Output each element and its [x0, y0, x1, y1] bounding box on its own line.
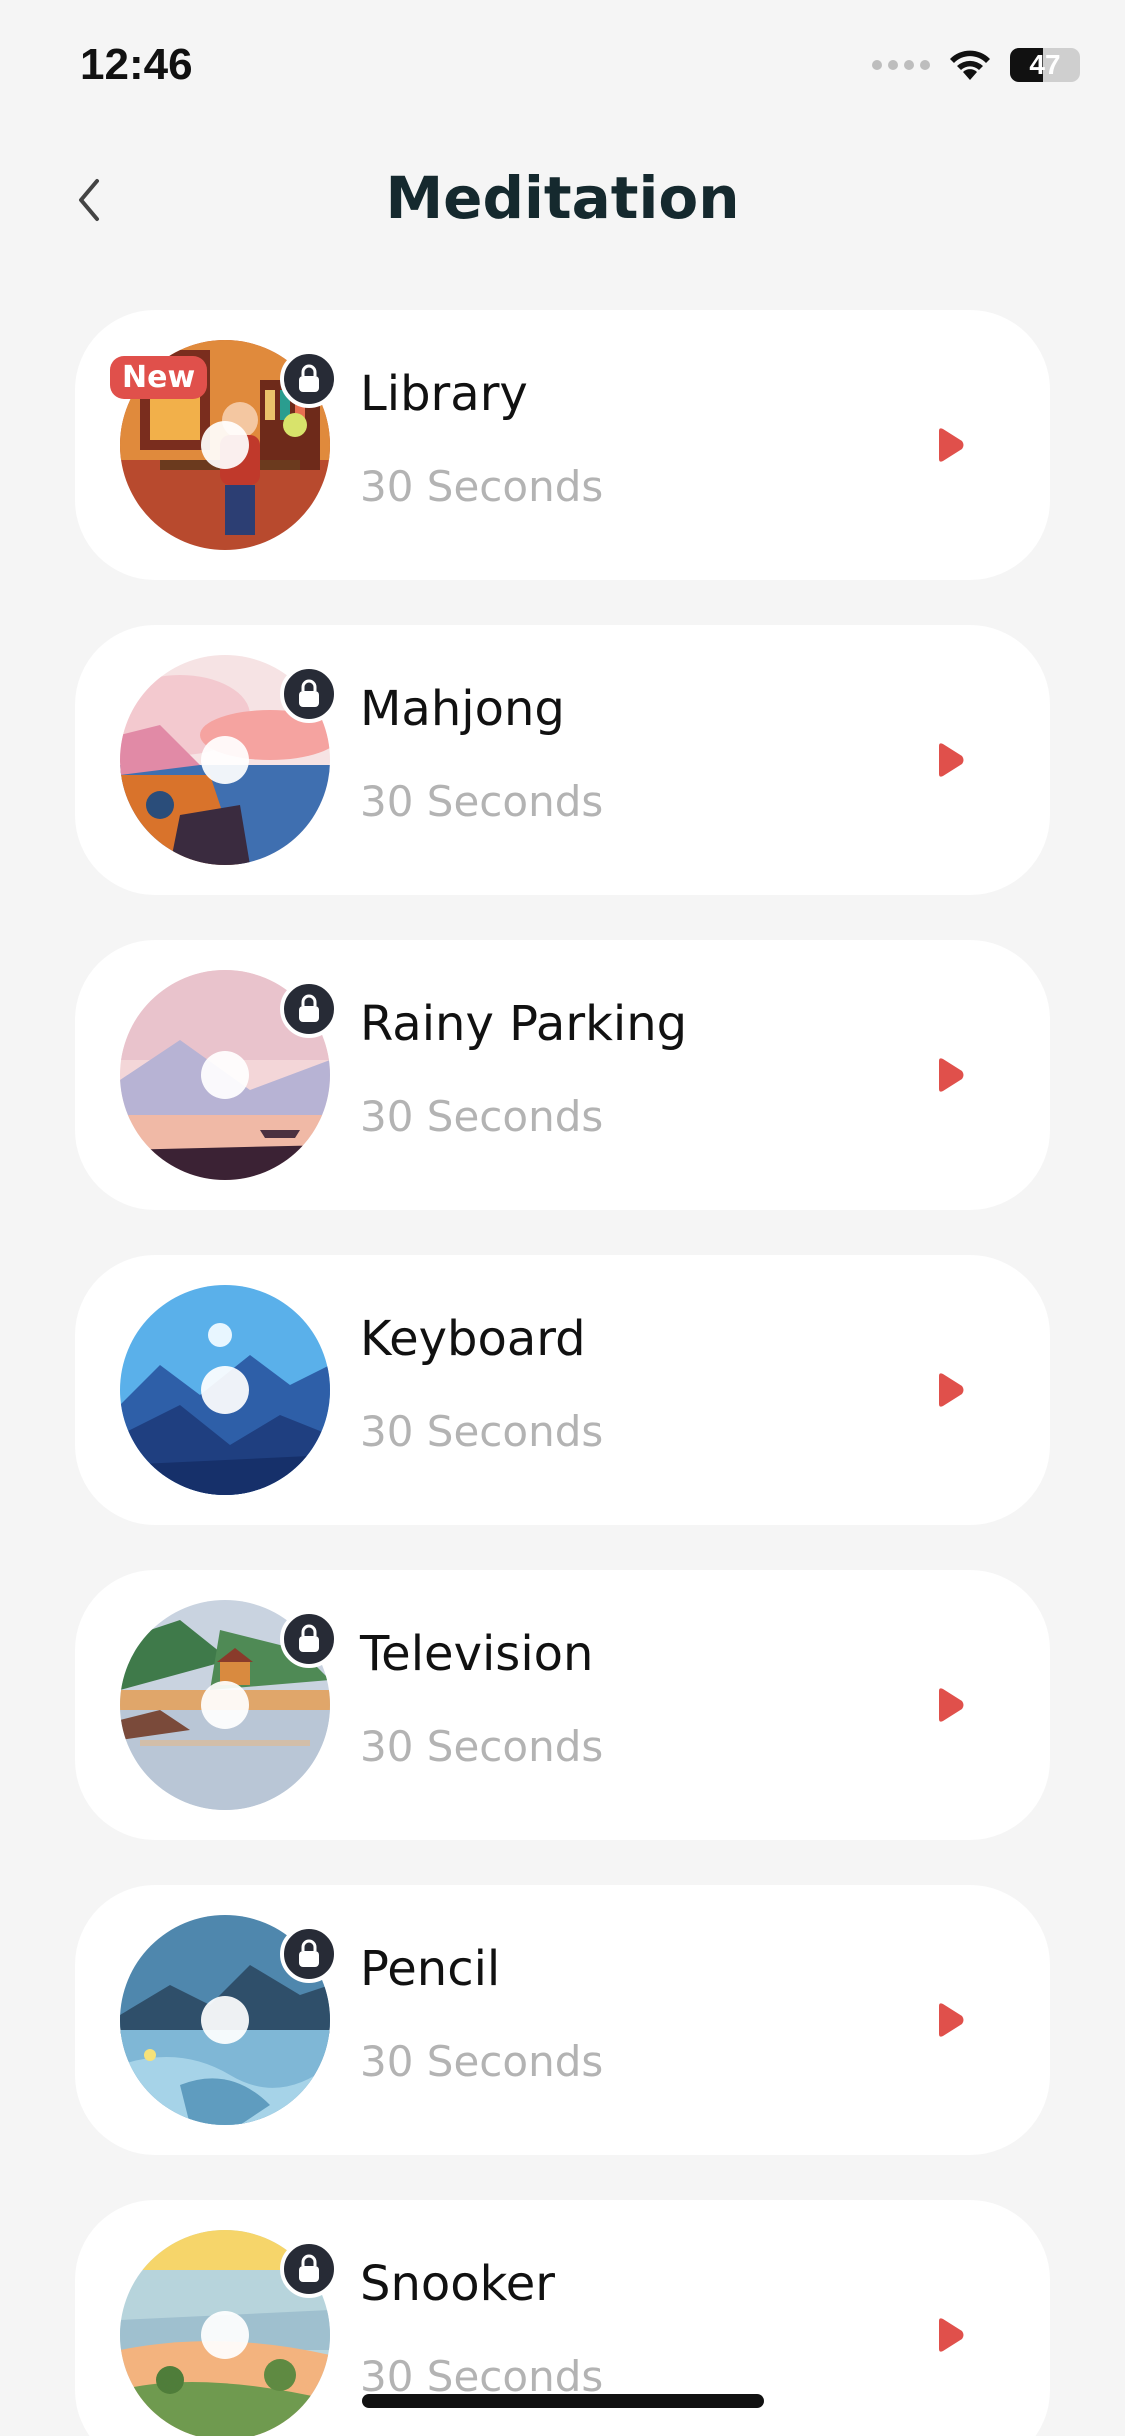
card-title: Television	[360, 1626, 594, 1682]
thumbnail: New	[110, 340, 338, 550]
card-duration: 30 Seconds	[360, 777, 604, 826]
card-title: Rainy Parking	[360, 996, 688, 1052]
play-icon	[939, 2318, 964, 2352]
play-button[interactable]	[915, 1355, 985, 1425]
meditation-card-library[interactable]: New Library 30 Seconds	[75, 310, 1050, 580]
battery-percent: 47	[1029, 49, 1061, 80]
thumbnail	[120, 655, 338, 865]
lock-icon	[280, 2240, 338, 2298]
thumbnail	[120, 2230, 338, 2436]
meditation-card-mahjong[interactable]: Mahjong 30 Seconds	[75, 625, 1050, 895]
card-title: Pencil	[360, 1941, 501, 1997]
play-button[interactable]	[915, 1985, 985, 2055]
thumbnail	[120, 1600, 338, 1810]
meditation-card-pencil[interactable]: Pencil 30 Seconds	[75, 1885, 1050, 2155]
play-icon	[939, 1058, 964, 1092]
play-button[interactable]	[915, 410, 985, 480]
card-duration: 30 Seconds	[360, 1407, 604, 1456]
lock-icon	[280, 1610, 338, 1668]
status-bar: 12:46 47	[0, 0, 1125, 130]
status-icons: 47	[872, 48, 1080, 82]
play-button[interactable]	[915, 2300, 985, 2370]
meditation-card-television[interactable]: Television 30 Seconds	[75, 1570, 1050, 1840]
blue-mountains-image	[120, 1285, 330, 1495]
card-duration: 30 Seconds	[360, 1722, 604, 1771]
card-title: Keyboard	[360, 1311, 586, 1367]
battery-icon: 47	[1010, 48, 1080, 82]
page-title: Meditation	[385, 164, 740, 232]
card-title: Snooker	[360, 2256, 555, 2312]
lock-icon	[280, 350, 338, 408]
card-title: Mahjong	[360, 681, 565, 737]
header: Meditation	[0, 150, 1125, 250]
cellular-signal-icon	[872, 60, 930, 70]
thumbnail	[120, 1285, 330, 1495]
play-icon	[939, 428, 964, 462]
thumbnail	[120, 1915, 338, 2125]
thumbnail	[120, 970, 338, 1180]
meditation-card-keyboard[interactable]: Keyboard 30 Seconds	[75, 1255, 1050, 1525]
card-duration: 30 Seconds	[360, 462, 604, 511]
play-icon	[939, 1373, 964, 1407]
card-title: Library	[360, 366, 528, 422]
play-icon	[939, 2003, 964, 2037]
wifi-icon	[950, 50, 990, 80]
new-badge: New	[110, 356, 208, 399]
home-indicator[interactable]	[362, 2394, 764, 2408]
play-button[interactable]	[915, 1670, 985, 1740]
play-button[interactable]	[915, 725, 985, 795]
meditation-card-rainy-parking[interactable]: Rainy Parking 30 Seconds	[75, 940, 1050, 1210]
lock-icon	[280, 1925, 338, 1983]
play-icon	[939, 1688, 964, 1722]
card-duration: 30 Seconds	[360, 1092, 604, 1141]
play-button[interactable]	[915, 1040, 985, 1110]
lock-icon	[280, 980, 338, 1038]
lock-icon	[280, 665, 338, 723]
play-icon	[939, 743, 964, 777]
card-duration: 30 Seconds	[360, 2037, 604, 2086]
status-time: 12:46	[80, 40, 193, 89]
